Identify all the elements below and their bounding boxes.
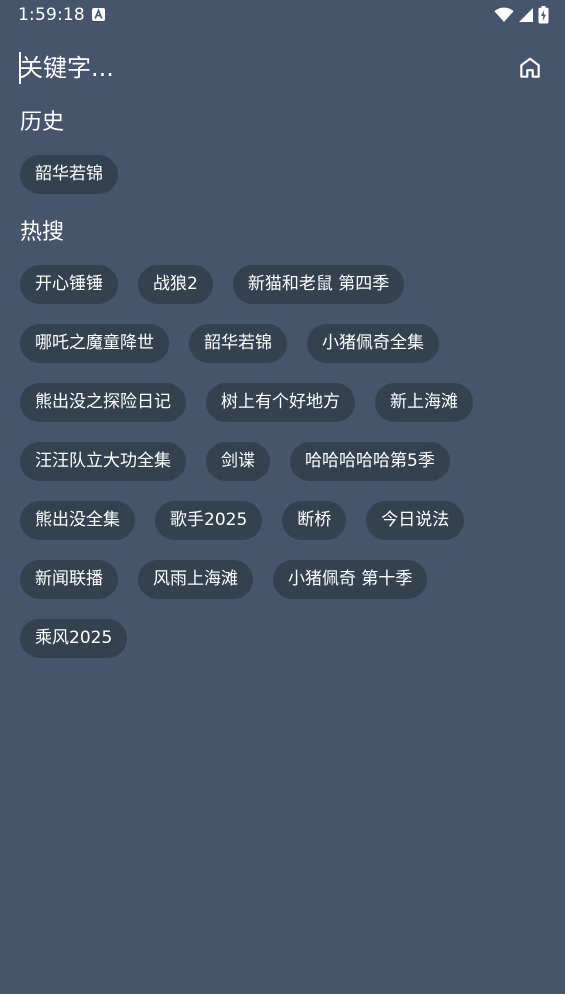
wifi-icon (494, 7, 514, 22)
hot-search-chip[interactable]: 熊出没之探险日记 (20, 383, 186, 422)
hot-search-chip[interactable]: 风雨上海滩 (138, 560, 253, 599)
hot-search-chip[interactable]: 断桥 (282, 501, 347, 540)
history-title: 历史 (20, 110, 65, 135)
hot-search-list: 开心锤锤 战狼2 新猫和老鼠 第四季哪吒之魔童降世 韶华若锦 小猪佩奇全集熊出没之探险日… (20, 265, 550, 658)
font-a-icon (92, 8, 105, 21)
cell-signal-icon (519, 8, 533, 22)
text-cursor (19, 52, 21, 84)
hot-search-chip[interactable]: 战狼2 (138, 265, 213, 304)
battery-charging-icon (538, 6, 549, 24)
home-icon (520, 57, 540, 78)
hot-search-chip[interactable]: 乘风2025 (20, 619, 128, 658)
hot-search-chip[interactable]: 今日说法 (366, 501, 465, 540)
hot-search-chip[interactable]: 哪吒之魔童降世 (20, 324, 169, 363)
hot-search-chip[interactable]: 剑谍 (206, 442, 270, 481)
hot-search-chip[interactable]: 树上有个好地方 (206, 383, 355, 422)
hot-search-chip[interactable]: 汪汪队立大功全集 (20, 442, 186, 481)
home-button[interactable] (514, 52, 546, 84)
search-bar (0, 44, 565, 92)
status-bar: 1:59:18 (0, 0, 565, 32)
history-chip[interactable]: 韶华若锦 (20, 155, 118, 194)
hot-search-chip[interactable]: 新闻联播 (20, 560, 118, 599)
status-icons (494, 6, 549, 24)
search-input[interactable] (19, 48, 489, 88)
hot-search-chip[interactable]: 开心锤锤 (20, 265, 118, 304)
hot-search-chip[interactable]: 新猫和老鼠 第四季 (232, 265, 405, 304)
status-time: 1:59:18 (18, 5, 85, 25)
hot-search-chip[interactable]: 小猪佩奇 第十季 (273, 560, 428, 599)
hot-search-chip[interactable]: 韶华若锦 (189, 324, 287, 363)
hot-search-chip[interactable]: 新上海滩 (375, 383, 473, 422)
hot-search-chip[interactable]: 歌手2025 (155, 501, 263, 540)
hot-search-title: 热搜 (20, 220, 65, 245)
hot-search-chip[interactable]: 小猪佩奇全集 (307, 324, 439, 363)
history-list: 韶华若锦 (20, 155, 550, 194)
hot-search-chip[interactable]: 熊出没全集 (20, 501, 135, 540)
hot-search-chip[interactable]: 哈哈哈哈哈第5季 (290, 442, 450, 481)
